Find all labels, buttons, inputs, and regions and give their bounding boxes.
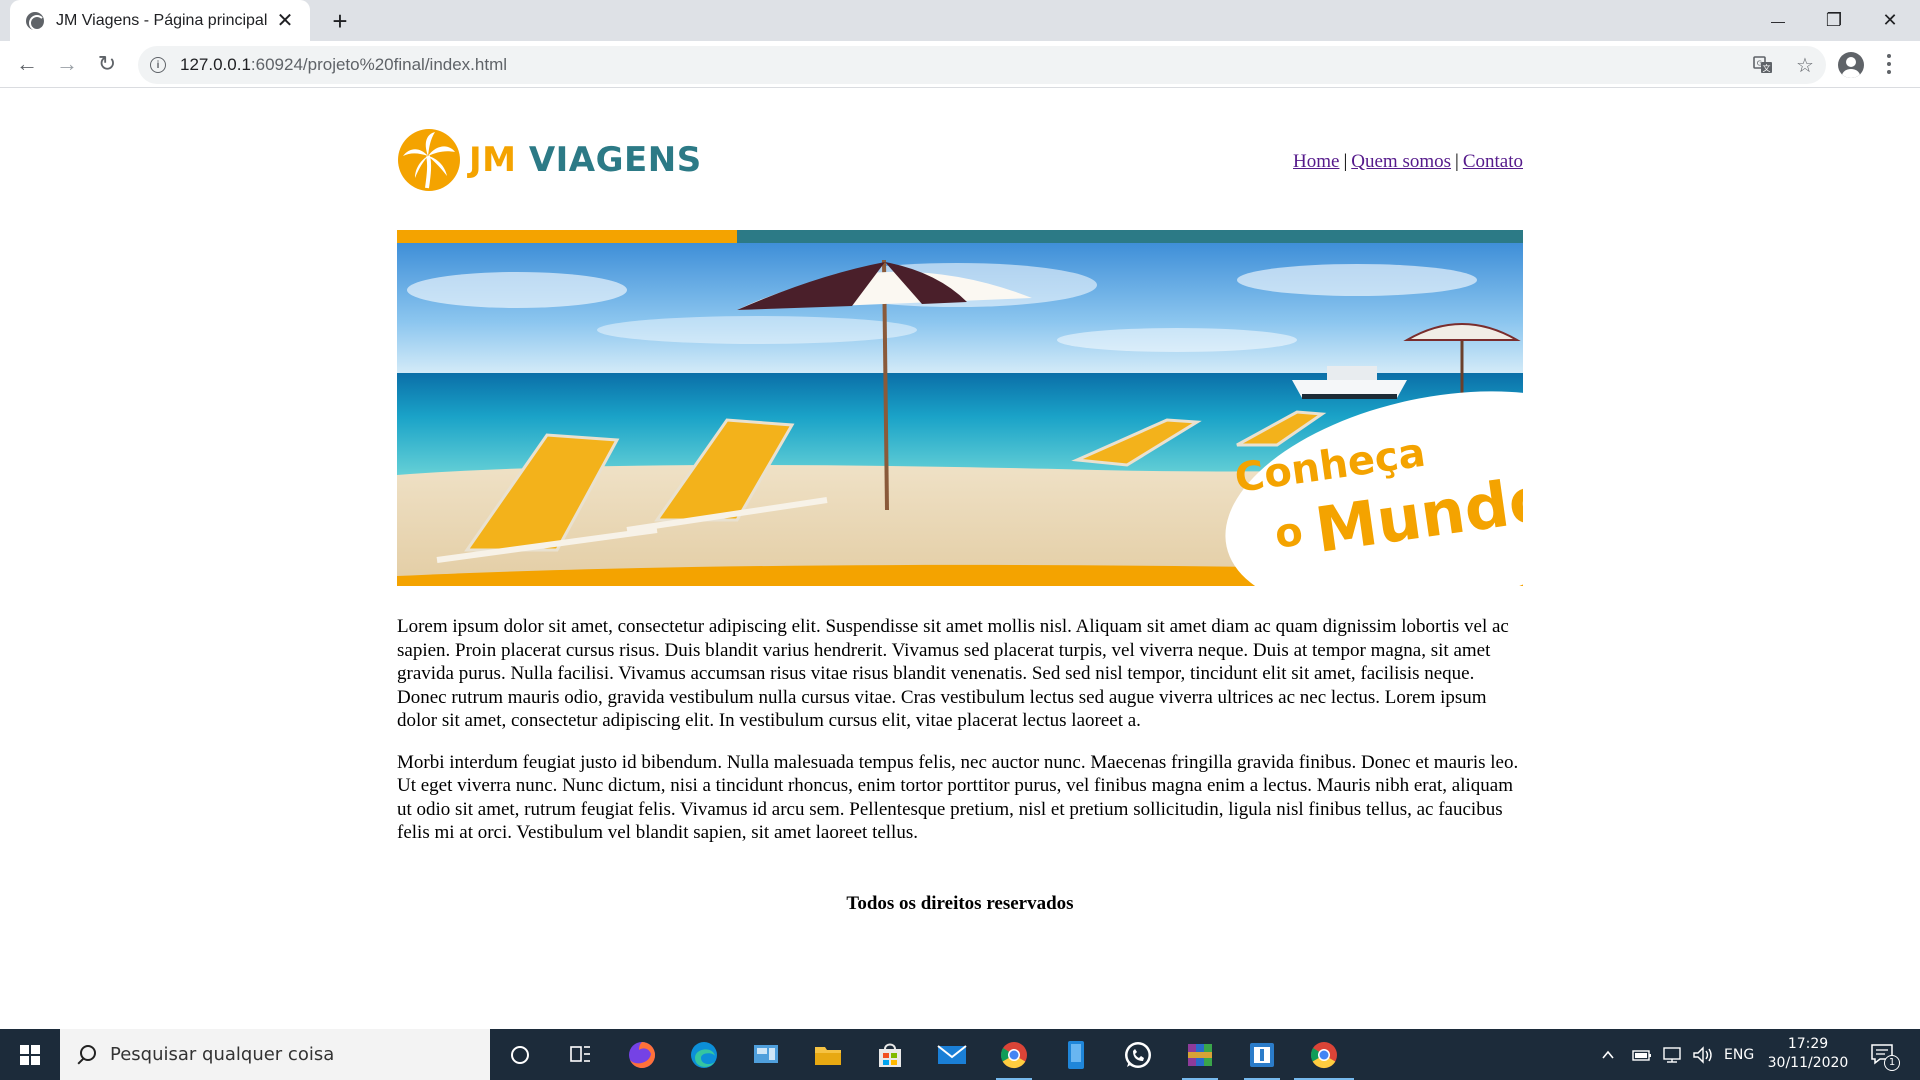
back-button[interactable]: ← [12, 49, 42, 79]
svg-text:G: G [1757, 60, 1762, 68]
logo-text: JM VIAGENS [469, 140, 702, 180]
site-logo[interactable]: JM VIAGENS [397, 128, 702, 192]
window-close-button[interactable]: ✕ [1862, 0, 1918, 41]
clock-time: 17:29 [1787, 1036, 1829, 1052]
browser-tab[interactable]: JM Viagens - Página principal ✕ [10, 0, 310, 41]
hero-banner: Conheça o Mundo [397, 230, 1523, 586]
whatsapp-icon[interactable] [1120, 1037, 1156, 1073]
minimize-icon: — [1771, 12, 1785, 29]
file-explorer-icon[interactable] [810, 1037, 846, 1073]
store-icon[interactable] [872, 1037, 908, 1073]
network-icon[interactable] [1662, 1029, 1684, 1080]
web-page: JM VIAGENS Home | Quem somos | Contato C… [0, 89, 1920, 1029]
start-button[interactable] [0, 1029, 60, 1080]
firefox-icon[interactable] [624, 1037, 660, 1073]
maximize-button[interactable]: ❐ [1806, 0, 1862, 41]
reload-icon: ↻ [97, 51, 117, 76]
forward-arrow-icon: → [56, 51, 78, 76]
tab-strip: JM Viagens - Página principal ✕ + — ❐ ✕ [0, 0, 1920, 41]
reload-button[interactable]: ↻ [92, 49, 122, 79]
palm-tree-logo-icon [398, 129, 460, 191]
translate-icon[interactable]: 文G [1752, 54, 1774, 76]
browser-menu-icon[interactable] [1886, 54, 1892, 74]
search-icon [76, 1044, 96, 1065]
page-footer: Todos os direitos reservados [846, 893, 1074, 914]
tab-title: JM Viagens - Página principal [56, 11, 268, 29]
url-path: :60924/projeto%20final/index.html [250, 55, 508, 74]
logo-viagens: VIAGENS [528, 140, 702, 180]
tab-close-icon[interactable]: ✕ [274, 10, 296, 32]
url-host: 127.0.0.1 [180, 55, 251, 74]
action-center-button[interactable]: 1 [1870, 1029, 1900, 1080]
phone-app-icon[interactable] [1058, 1037, 1094, 1073]
bookmark-star-icon[interactable]: ☆ [1794, 54, 1816, 77]
taskbar-search[interactable]: Pesquisar qualquer coisa [60, 1029, 490, 1080]
taskbar-search-placeholder: Pesquisar qualquer coisa [110, 1044, 335, 1065]
language-indicator[interactable]: ENG [1724, 1029, 1754, 1080]
paragraph-2: Morbi interdum feugiat justo id bibendum… [397, 751, 1519, 844]
battery-icon[interactable] [1632, 1029, 1652, 1080]
tray-chevron-icon[interactable] [1600, 1029, 1616, 1080]
forward-button[interactable]: → [52, 49, 82, 79]
restore-icon: ❐ [1825, 10, 1843, 30]
browser-toolbar: ← → ↻ i 127.0.0.1:60924/projeto%20final/… [0, 41, 1920, 88]
nav-link-contato[interactable]: Contato [1463, 151, 1523, 172]
nav-separator: | [1343, 151, 1348, 172]
winrar-icon[interactable] [1182, 1037, 1218, 1080]
url-text[interactable]: 127.0.0.1:60924/projeto%20final/index.ht… [180, 55, 507, 75]
sandbox-app-icon[interactable] [1244, 1037, 1280, 1080]
nav-separator: | [1455, 151, 1459, 172]
profile-avatar-icon[interactable] [1838, 52, 1864, 78]
windows-logo-icon [20, 1044, 40, 1065]
minimize-button[interactable]: — [1750, 0, 1806, 41]
logo-jm: JM [469, 140, 517, 180]
windows-taskbar: Pesquisar qualquer coisa ENG 17:29 30/11… [0, 1029, 1920, 1080]
main-nav: Home | Quem somos | Contato [1293, 151, 1523, 173]
mail-icon[interactable] [934, 1037, 970, 1073]
site-info-icon[interactable]: i [150, 57, 166, 73]
clock-date: 30/11/2020 [1767, 1055, 1849, 1071]
nav-link-quem-somos[interactable]: Quem somos [1351, 151, 1451, 172]
svg-text:文: 文 [1763, 63, 1771, 73]
globe-icon [26, 11, 45, 31]
taskbar-clock[interactable]: 17:29 30/11/2020 [1758, 1035, 1858, 1073]
chrome-icon[interactable] [996, 1037, 1032, 1080]
edge-icon[interactable] [686, 1037, 722, 1073]
notification-count-badge: 1 [1884, 1054, 1900, 1071]
control-panel-icon[interactable] [748, 1037, 784, 1073]
chrome-active-icon[interactable] [1294, 1037, 1354, 1080]
paragraph-1: Lorem ipsum dolor sit amet, consectetur … [397, 616, 1509, 731]
address-bar[interactable]: i 127.0.0.1:60924/projeto%20final/index.… [138, 46, 1826, 84]
back-arrow-icon: ← [16, 51, 38, 76]
task-view-icon[interactable] [562, 1037, 598, 1073]
cortana-icon[interactable] [502, 1037, 538, 1073]
new-tab-button[interactable]: + [326, 8, 354, 36]
volume-icon[interactable] [1692, 1029, 1714, 1080]
nav-link-home[interactable]: Home [1293, 151, 1339, 172]
close-icon: ✕ [1882, 10, 1898, 30]
notification-icon: 1 [1870, 1043, 1900, 1071]
main-content: Lorem ipsum dolor sit amet, consectetur … [397, 615, 1523, 863]
